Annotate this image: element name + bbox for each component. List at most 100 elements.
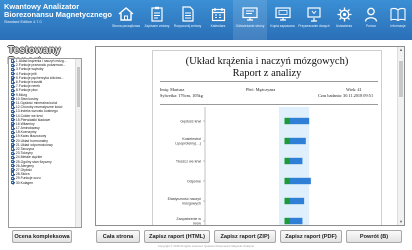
test-checkbox[interactable] [11,122,15,126]
test-checkbox[interactable] [11,126,15,130]
nav-settings-label: Ustawienia [335,24,353,28]
monitor-icon [242,6,258,22]
nav-backup[interactable]: Kopia zapasowa [267,0,298,40]
bar [289,117,310,125]
analysis-chart: Gęstość krwi Kostelestrol Lipoproteiny(…) T… [168,107,311,225]
test-checkbox[interactable] [11,101,15,105]
category-label: Gęstość krwi [180,119,201,123]
patient-figure: Sylwetka: 176cm, 105kg [160,93,203,98]
back-button[interactable]: Powrót (B) [346,230,402,243]
test-checkbox[interactable] [11,71,15,76]
test-checkbox[interactable] [11,88,15,93]
test-list-item[interactable]: 30.Kolagen [9,180,81,185]
report-viewer: (Układ krążenia i naczyń mózgowych) Rapo… [95,46,405,226]
full-page-button[interactable]: Cała strona [96,230,140,243]
test-checkbox[interactable] [11,159,15,164]
test-checkbox[interactable] [11,168,15,172]
save-zip-button[interactable]: Zapisz raport (ZIP) [214,230,276,243]
nav-home-label: Strona początkowa [111,24,141,28]
value-marker [284,117,290,125]
test-checkbox[interactable] [11,151,15,155]
app-header: Kwantowy Analizator Biorezonansu Magnety… [0,0,412,40]
patient-age: Wiek: 41 [346,87,362,92]
category-label: Odporne [187,179,201,183]
value-marker [284,217,290,225]
test-checkbox[interactable] [11,80,15,84]
nav-restore[interactable]: Przywracanie danych [298,0,330,40]
value-marker [284,177,290,185]
test-checkbox[interactable] [11,155,15,160]
test-checkbox[interactable] [11,84,15,88]
app-title-line2: Biorezonansu Magnetycznego [4,9,112,19]
footer-copyright: Copyright © 2018 All rights reserved. Qu… [157,244,255,248]
nav-restore-label: Przywracanie danych [298,24,330,28]
nav-saved[interactable]: Zapisane zmiany [142,0,172,40]
nav-help-label: Pomoc [365,24,377,28]
patient-sex: Płeć: Mężczyzna [246,87,276,92]
patient-name: Imię: Mariusz [160,87,185,92]
scroll-down-icon[interactable]: ▼ [399,220,403,224]
nav-backup-label: Kopia zapasowa [270,24,295,28]
app-version: Standard Edition 4.7.0 [4,20,42,24]
report-scroll-thumb[interactable] [399,61,403,97]
test-checkbox[interactable] [11,63,15,67]
scroll-up-icon[interactable]: ▲ [399,48,403,52]
test-checkbox[interactable] [11,97,15,101]
test-list-scrollbar[interactable] [75,59,81,227]
report-title: (Układ krążenia i naczyń mózgowych) Rapo… [153,56,381,80]
clipboard-icon [150,6,164,22]
test-checkbox[interactable] [11,118,15,122]
test-rows: 1.Układ krążenia i naczyń mózg... 2.Funkc… [9,59,81,185]
test-checkbox[interactable] [11,172,15,176]
nav-refresh-label: Odświeżanie strony [235,24,265,28]
category-label: Tłuszcz we krwi [176,159,201,163]
test-checkbox[interactable] [11,59,15,63]
test-checkbox[interactable] [11,113,15,118]
test-checkbox[interactable] [11,109,15,114]
bar [289,177,311,185]
document-icon [181,6,195,22]
nav-start[interactable]: Rozpocznij zmiany [172,0,203,40]
save-html-button[interactable]: Zapisz raport (HTML) [144,230,210,243]
test-checkbox[interactable] [11,176,15,181]
calendar-icon [211,6,226,22]
nav-settings[interactable]: Ustawienia [330,0,358,40]
test-checkbox[interactable] [11,130,15,134]
nav-help[interactable]: Pomoc [358,0,384,40]
report-title-line1: (Układ krążenia i naczyń mózgowych) [185,56,349,67]
value-marker [284,157,290,165]
save-pdf-button[interactable]: Zapisz raport (PDF) [280,230,342,243]
nav-calendar[interactable]: Kalendarz [203,0,233,40]
user-icon [364,6,378,22]
test-checkbox[interactable] [11,143,15,147]
nav-refresh[interactable]: Odświeżanie strony [233,0,267,40]
test-checkbox[interactable] [11,138,15,143]
test-checkbox[interactable] [11,92,15,97]
nav-saved-label: Zapisane zmiany [144,24,170,28]
summary-button[interactable]: Ocena kompleksowa [12,230,72,243]
test-checkbox[interactable] [11,105,15,109]
value-marker [284,137,290,145]
test-checkbox[interactable] [11,76,15,80]
test-list-scroll-thumb[interactable] [77,67,80,107]
test-checkbox[interactable] [11,180,15,185]
nav-home[interactable]: Strona początkowa [110,0,142,40]
screen-icon [274,6,291,22]
home-icon [118,6,134,22]
bar [289,217,303,225]
test-checkbox[interactable] [11,67,15,72]
test-checkbox[interactable] [11,147,15,151]
report-title-line2: Raport z analizy [232,68,302,79]
report-scrollbar[interactable]: ▲ ▼ [397,47,404,225]
category-label: Kostelestrol Lipoproteiny(…) [175,137,201,145]
book-icon [390,6,406,22]
report-divider-bottom [160,104,378,105]
app-title: Kwantowy Analizator Biorezonansu Magnety… [4,3,112,27]
test-checkbox[interactable] [11,164,15,168]
nav-info[interactable]: Informacje [384,0,412,40]
bar [289,197,305,205]
bar [289,137,306,145]
test-checkbox[interactable] [11,134,15,139]
nav-calendar-label: Kalendarz [210,24,226,28]
report-page: (Układ krążenia i naczyń mózgowych) Rapo… [152,50,382,225]
